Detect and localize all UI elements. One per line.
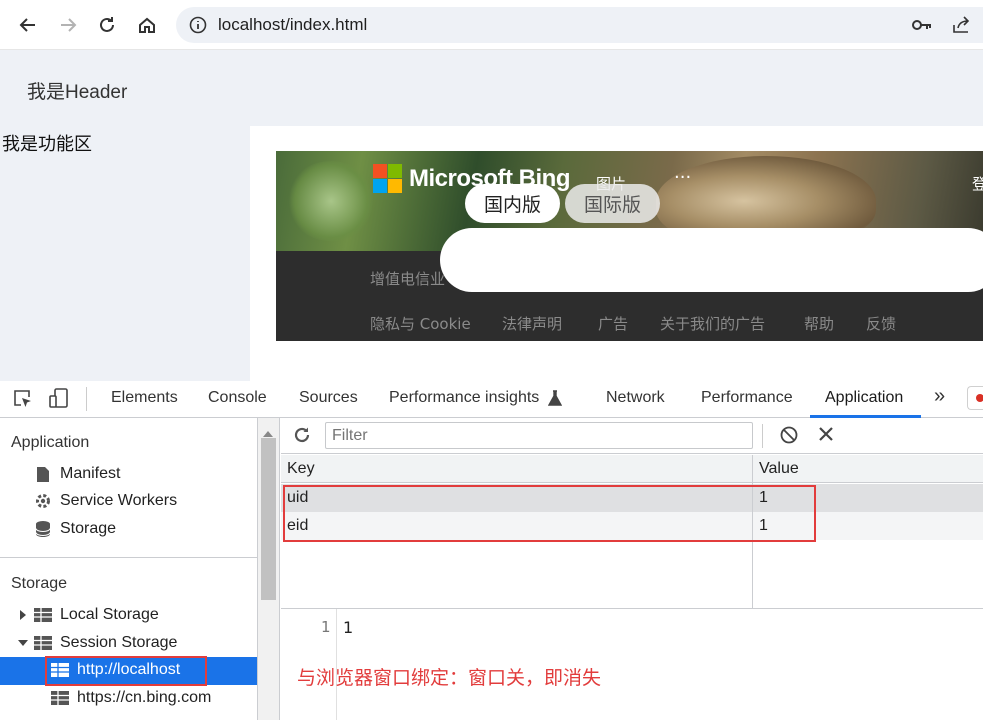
bing-nav-more[interactable]: ··· — [674, 167, 691, 188]
application-section-header: Application — [11, 434, 90, 451]
refresh-icon[interactable] — [293, 426, 311, 448]
footer-link-ads[interactable]: 广告 — [598, 313, 628, 334]
flask-icon — [547, 390, 563, 410]
delete-selected-icon[interactable] — [818, 426, 834, 446]
tab-console[interactable]: Console — [208, 389, 267, 407]
sidebar-item-label: https://cn.bing.com — [77, 689, 212, 706]
international-button[interactable]: 国际版 — [565, 184, 660, 223]
sidebar-divider — [0, 557, 257, 558]
highlight-box — [283, 485, 816, 542]
grid-table-icon — [34, 607, 52, 623]
storage-section-header: Storage — [11, 575, 68, 592]
devtools-tabbar: Elements Console Sources Performance ins… — [0, 381, 983, 418]
sidebar-item-session-bing[interactable]: https://cn.bing.com — [51, 689, 211, 707]
url-text[interactable]: localhost/index.html — [218, 15, 367, 35]
sidebar-item-storage[interactable]: Storage — [34, 520, 116, 538]
grid-table-icon — [34, 635, 52, 651]
document-icon — [34, 466, 52, 482]
browser-toolbar: localhost/index.html — [0, 0, 983, 50]
filter-input[interactable] — [325, 422, 753, 449]
table-bottom-border — [281, 608, 983, 609]
tab-network[interactable]: Network — [606, 389, 665, 407]
bing-search-box[interactable] — [440, 228, 983, 292]
tab-application[interactable]: Application — [825, 389, 903, 407]
sidebar-item-label: Session Storage — [60, 634, 178, 651]
sidebar-item-label: Manifest — [60, 465, 121, 482]
sidebar-scrollbar[interactable] — [258, 418, 280, 720]
column-header-value[interactable]: Value — [759, 460, 799, 478]
tab-performance-insights[interactable]: Performance insights — [389, 389, 539, 407]
error-counter[interactable] — [967, 386, 983, 410]
key-icon[interactable] — [912, 17, 932, 37]
device-toolbar-icon[interactable] — [48, 387, 70, 413]
function-area-text: 我是功能区 — [2, 134, 92, 154]
column-header-key[interactable]: Key — [287, 460, 315, 478]
preview-value[interactable]: 1 — [343, 618, 353, 637]
database-icon — [34, 521, 52, 537]
annotation-text: 与浏览器窗口绑定：窗口关，即消失 — [297, 667, 602, 689]
chevron-down-icon[interactable] — [18, 637, 28, 649]
clear-all-icon[interactable] — [780, 426, 798, 448]
bing-login[interactable]: 登 — [972, 173, 983, 194]
back-arrow-icon[interactable] — [13, 10, 43, 40]
sidebar-item-label: Storage — [60, 520, 117, 537]
toolbar-divider — [762, 424, 763, 448]
scrollbar-thumb[interactable] — [261, 438, 276, 600]
highlight-box — [45, 656, 207, 686]
sidebar-item-manifest[interactable]: Manifest — [34, 465, 120, 483]
error-icon — [976, 394, 983, 402]
preview-line-number: 1 — [321, 618, 331, 636]
chevron-right-icon[interactable] — [18, 609, 28, 621]
footer-link-help[interactable]: 帮助 — [804, 313, 834, 334]
icp-text: 增值电信业 — [370, 270, 446, 288]
footer-link-feedback[interactable]: 反馈 — [866, 313, 896, 334]
header-text: 我是Header — [27, 82, 128, 103]
info-icon[interactable] — [189, 16, 207, 38]
sidebar-item-label: Service Workers — [60, 492, 178, 509]
more-tabs-chevron-icon[interactable]: » — [934, 385, 945, 408]
home-icon[interactable] — [132, 10, 162, 40]
bing-iframe[interactable]: Microsoft Bing 图片 ··· 登 国内版 国际版 增值电信业 隐私… — [276, 151, 983, 341]
microsoft-logo-icon — [373, 164, 403, 194]
application-sidebar: Application Manifest Service Workers Sto… — [0, 418, 258, 720]
sidebar-item-session-storage[interactable]: Session Storage — [18, 634, 177, 652]
share-icon[interactable] — [952, 16, 972, 38]
tab-performance[interactable]: Performance — [701, 389, 793, 407]
forward-arrow-icon[interactable] — [53, 10, 83, 40]
page-header: 我是Header — [0, 50, 983, 126]
reload-icon[interactable] — [92, 10, 122, 40]
sidebar-item-service-workers[interactable]: Service Workers — [34, 492, 177, 510]
gear-icon — [34, 493, 52, 509]
sidebar-item-local-storage[interactable]: Local Storage — [18, 606, 159, 624]
page-viewport: 我是Header 我是功能区 Microsoft Bing 图片 ··· 登 国… — [0, 50, 983, 381]
function-area: 我是功能区 — [0, 126, 250, 381]
footer-link-about-ads[interactable]: 关于我们的广告 — [660, 313, 765, 334]
domestic-button[interactable]: 国内版 — [465, 184, 560, 223]
footer-link-privacy[interactable]: 隐私与 Cookie — [370, 313, 471, 334]
address-bar[interactable]: localhost/index.html — [176, 7, 983, 43]
tab-elements[interactable]: Elements — [111, 389, 178, 407]
footer-link-legal[interactable]: 法律声明 — [502, 313, 562, 334]
table-header: Key Value — [281, 455, 983, 483]
storage-panel: Key Value uid 1 eid 1 1 1 与浏览器窗口绑定：窗口关，即… — [281, 418, 983, 720]
storage-toolbar — [281, 418, 983, 454]
toolbar-divider — [86, 387, 87, 411]
sidebar-item-label: Local Storage — [60, 606, 159, 623]
grid-table-icon — [51, 690, 69, 706]
tab-sources[interactable]: Sources — [299, 389, 358, 407]
inspect-element-icon[interactable] — [13, 389, 33, 413]
